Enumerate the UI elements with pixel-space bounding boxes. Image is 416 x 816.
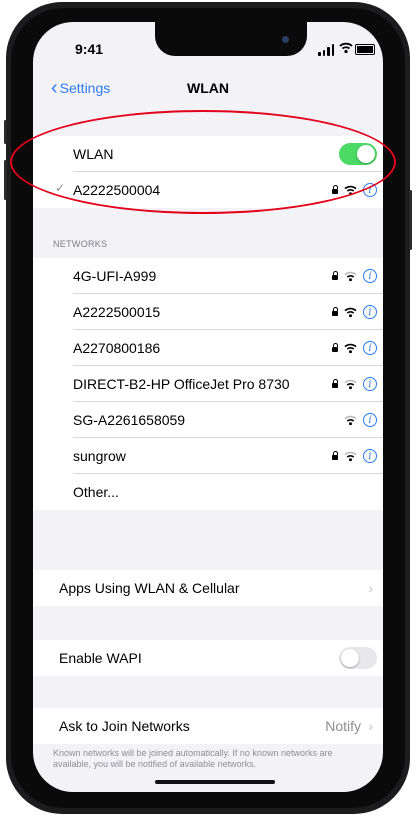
networks-group: 4G-UFI-A999 i A2222500015 i A2270800186 … bbox=[33, 258, 383, 510]
highlight-annotation bbox=[10, 110, 396, 214]
lock-icon bbox=[332, 379, 338, 388]
chevron-right-icon: › bbox=[368, 718, 373, 734]
other-label: Other... bbox=[73, 484, 119, 500]
info-icon[interactable]: i bbox=[363, 341, 377, 355]
navigation-bar: ‹ Settings WLAN bbox=[33, 74, 383, 106]
volume-button bbox=[4, 120, 7, 144]
apps-using-group: Apps Using WLAN & Cellular › bbox=[33, 570, 383, 606]
wifi-icon bbox=[344, 343, 357, 353]
network-row[interactable]: DIRECT-B2-HP OfficeJet Pro 8730 i bbox=[33, 366, 383, 402]
network-name: SG-A2261658059 bbox=[73, 412, 186, 428]
ask-to-join-value: Notify bbox=[325, 718, 361, 734]
info-icon[interactable]: i bbox=[363, 305, 377, 319]
info-icon[interactable]: i bbox=[363, 449, 377, 463]
lock-icon bbox=[332, 307, 338, 316]
info-icon[interactable]: i bbox=[363, 377, 377, 391]
power-button bbox=[409, 190, 412, 250]
home-indicator[interactable] bbox=[155, 780, 275, 784]
info-icon[interactable]: i bbox=[363, 269, 377, 283]
wifi-icon bbox=[344, 379, 357, 389]
ask-to-join-note: Known networks will be joined automatica… bbox=[53, 748, 333, 769]
wapi-row: Enable WAPI bbox=[33, 640, 383, 676]
camera-icon bbox=[282, 36, 289, 43]
wifi-icon bbox=[344, 415, 357, 425]
wapi-group: Enable WAPI bbox=[33, 640, 383, 676]
network-row[interactable]: A2270800186 i bbox=[33, 330, 383, 366]
ask-to-join-group: Ask to Join Networks Notify › bbox=[33, 708, 383, 744]
toggle-knob bbox=[341, 649, 359, 667]
apps-using-row[interactable]: Apps Using WLAN & Cellular › bbox=[33, 570, 383, 606]
chevron-right-icon: › bbox=[368, 580, 373, 596]
battery-icon bbox=[355, 44, 375, 55]
wapi-toggle[interactable] bbox=[339, 647, 377, 669]
wifi-icon bbox=[344, 451, 357, 461]
wifi-icon bbox=[344, 271, 357, 281]
cellular-signal-icon bbox=[318, 44, 334, 56]
ask-to-join-row[interactable]: Ask to Join Networks Notify › bbox=[33, 708, 383, 744]
other-network-row[interactable]: Other... bbox=[33, 474, 383, 510]
wifi-status-icon bbox=[339, 42, 353, 54]
network-row[interactable]: sungrow i bbox=[33, 438, 383, 474]
info-icon[interactable]: i bbox=[363, 413, 377, 427]
status-time: 9:41 bbox=[75, 41, 104, 57]
wapi-label: Enable WAPI bbox=[59, 650, 142, 666]
wifi-icon bbox=[344, 307, 357, 317]
volume-button bbox=[4, 160, 7, 200]
apps-using-label: Apps Using WLAN & Cellular bbox=[59, 580, 240, 596]
lock-icon bbox=[332, 271, 338, 280]
network-row[interactable]: SG-A2261658059 i bbox=[33, 402, 383, 438]
lock-icon bbox=[332, 451, 338, 460]
network-row[interactable]: A2222500015 i bbox=[33, 294, 383, 330]
page-title: WLAN bbox=[187, 80, 229, 96]
lock-icon bbox=[332, 343, 338, 352]
network-row[interactable]: 4G-UFI-A999 i bbox=[33, 258, 383, 294]
networks-header: NETWORKS bbox=[53, 239, 108, 249]
